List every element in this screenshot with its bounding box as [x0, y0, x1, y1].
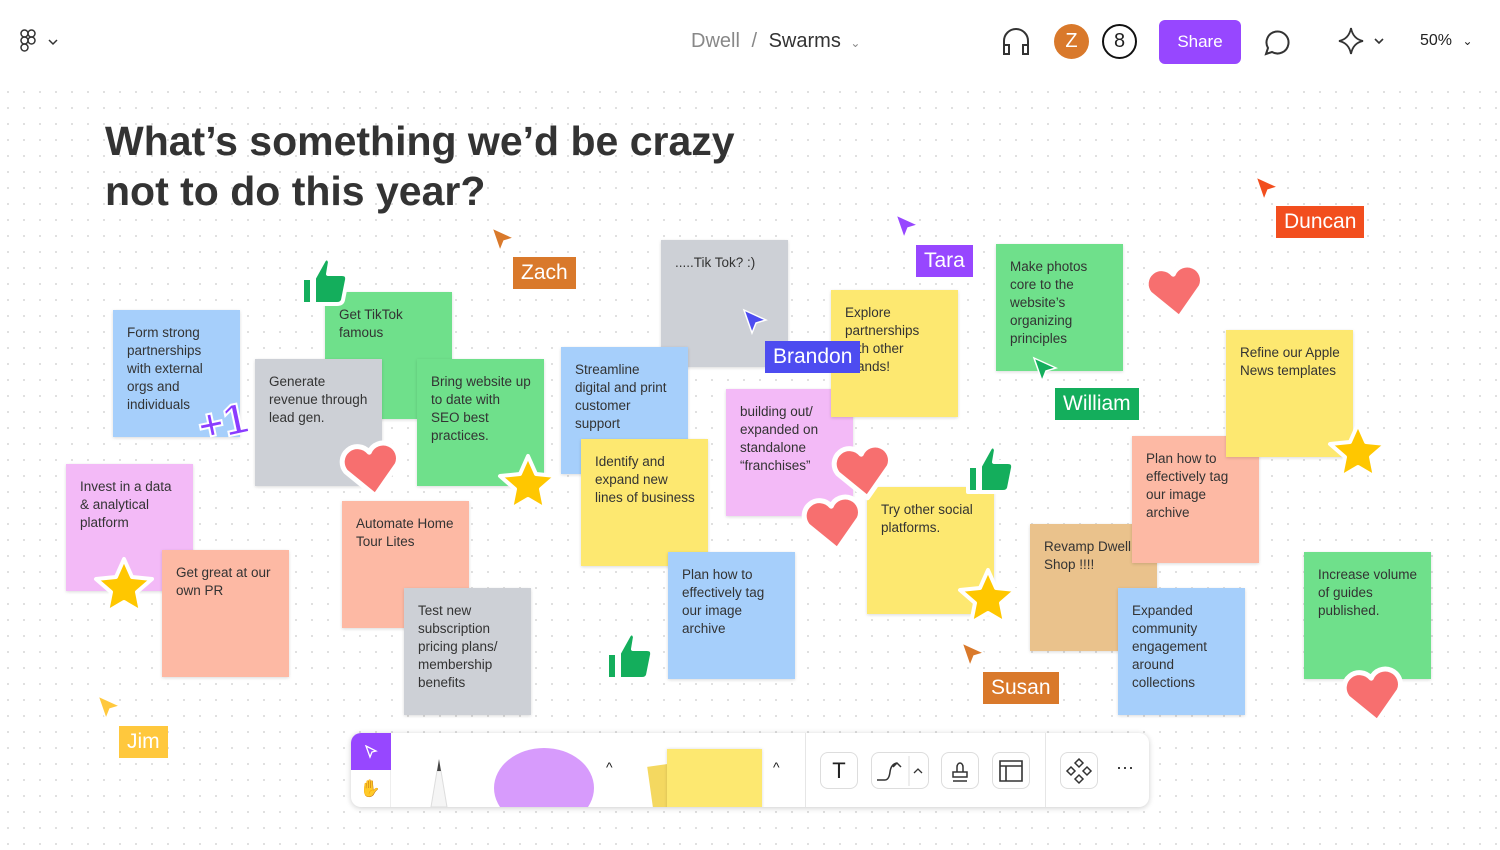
bottom-toolbar: ✋ ^ ^ T ···	[351, 733, 1149, 807]
heart-sticker-icon[interactable]	[338, 438, 406, 507]
breadcrumb: Dwell / Swarms ⌄	[691, 30, 860, 53]
cursor-arrow-icon	[960, 641, 987, 674]
marker-tool[interactable]	[417, 745, 461, 807]
cursor-label: Duncan	[1276, 206, 1365, 238]
cursor-label: Susan	[983, 672, 1059, 704]
cursor-arrow-icon	[96, 694, 123, 727]
chevron-down-icon[interactable]: ⌄	[850, 36, 860, 50]
cursor-arrow-icon	[1254, 175, 1281, 208]
heart-sticker-icon[interactable]	[1142, 260, 1210, 329]
avatar[interactable]: Z	[1054, 24, 1089, 59]
ai-sparkle-icon[interactable]	[1335, 24, 1387, 58]
select-tool[interactable]	[351, 733, 391, 770]
cursor-icon	[364, 744, 378, 759]
cursor-arrow-icon	[894, 213, 921, 246]
sticky-note[interactable]: Plan how to effectively tag our image ar…	[668, 552, 795, 679]
figma-menu-button[interactable]	[18, 28, 62, 59]
divider	[1045, 733, 1046, 807]
more-tools-button[interactable]: ···	[1116, 757, 1134, 778]
stamp-tool[interactable]	[941, 752, 979, 789]
section-icon	[999, 759, 1023, 782]
sticky-note[interactable]: Make photos core to the website’s organi…	[996, 244, 1123, 371]
zoom-dropdown[interactable]: 50% ⌄	[1420, 32, 1473, 50]
sticky-note[interactable]: Test new subscription pricing plans/ mem…	[404, 588, 531, 715]
star-sticker-icon[interactable]	[956, 566, 1020, 635]
stamp-icon	[952, 761, 968, 782]
divider	[805, 733, 806, 807]
cursor-label: Zach	[513, 257, 576, 289]
star-sticker-icon[interactable]	[1326, 420, 1390, 489]
hand-icon: ✋	[359, 778, 382, 798]
comment-icon[interactable]	[1262, 28, 1292, 58]
text-tool[interactable]: T	[820, 752, 858, 789]
sticky-note[interactable]: Expanded community engagement around col…	[1118, 588, 1245, 715]
top-bar: Dwell / Swarms ⌄ Z 8 Share 50% ⌄	[0, 0, 1500, 84]
share-button[interactable]: Share	[1159, 20, 1241, 64]
cursor-arrow-icon	[490, 226, 517, 259]
headphones-icon[interactable]	[1000, 26, 1032, 58]
components-tool[interactable]	[1060, 752, 1098, 789]
sticky-note[interactable]: Identify and expand new lines of busines…	[581, 439, 708, 566]
sticky-note-tool[interactable]	[667, 749, 762, 807]
breadcrumb-file[interactable]: Swarms	[769, 30, 841, 52]
cursor-arrow-icon	[1032, 356, 1059, 389]
sticky-note[interactable]: Increase volume of guides published.	[1304, 552, 1431, 679]
user-count-badge[interactable]: 8	[1102, 24, 1137, 59]
connector-tool[interactable]	[871, 752, 929, 789]
thumbs-up-sticker-icon[interactable]	[597, 625, 659, 692]
hand-tool[interactable]: ✋	[351, 770, 391, 807]
cursor-label: William	[1055, 388, 1139, 420]
heart-sticker-icon[interactable]	[830, 440, 898, 509]
breadcrumb-separator: /	[751, 30, 758, 52]
breadcrumb-team[interactable]: Dwell	[691, 30, 740, 52]
connector-icon	[877, 755, 923, 786]
text-icon: T	[832, 757, 846, 783]
cursor-label: Tara	[916, 245, 973, 277]
sticky-options-chevron[interactable]: ^	[773, 759, 780, 775]
chevron-down-icon: ⌄	[1462, 34, 1473, 48]
components-icon	[1065, 757, 1093, 784]
board-title: What’s something we’d be crazy not to do…	[105, 118, 735, 214]
figma-logo-icon	[20, 29, 58, 52]
thumbs-up-sticker-icon[interactable]	[292, 250, 354, 317]
star-sticker-icon[interactable]	[92, 555, 156, 624]
section-tool[interactable]	[992, 752, 1030, 789]
cursor-label: Jim	[119, 726, 168, 758]
shape-tool[interactable]	[494, 748, 594, 807]
star-sticker-icon[interactable]	[496, 452, 560, 521]
zoom-level: 50%	[1420, 32, 1453, 49]
shape-options-chevron[interactable]: ^	[606, 759, 613, 775]
cursor-arrow-icon	[742, 308, 769, 341]
cursor-label: Brandon	[765, 341, 861, 373]
plus-one-sticker-icon[interactable]: +1	[192, 392, 253, 452]
thumbs-up-sticker-icon[interactable]	[958, 438, 1020, 505]
heart-sticker-icon[interactable]	[1340, 664, 1408, 733]
sticky-note[interactable]: Get great at our own PR	[162, 550, 289, 677]
